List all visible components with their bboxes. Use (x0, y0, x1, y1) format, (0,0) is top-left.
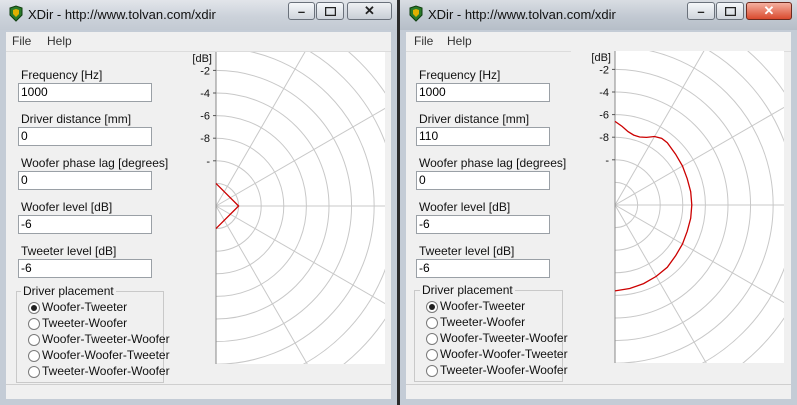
minimize-button[interactable]: – (288, 2, 315, 20)
driver-placement-title: Driver placement (21, 284, 116, 298)
window-frame: File Help Frequency [Hz] 1000 Driver dis… (400, 30, 797, 405)
client-area: File Help Frequency [Hz] 1000 Driver dis… (406, 32, 791, 399)
woofer-level-label: Woofer level [dB] (419, 200, 511, 214)
driver-distance-label: Driver distance [mm] (419, 112, 530, 126)
window-title: XDir - http://www.tolvan.com/xdir (428, 7, 616, 22)
radio-label: Woofer-Tweeter (440, 299, 526, 313)
tick-label: 0 (603, 51, 609, 54)
tick-label: -6 (599, 110, 609, 122)
tick-label: -2 (599, 64, 609, 76)
minimize-icon: – (697, 3, 705, 19)
frequency-input[interactable]: 1000 (18, 83, 152, 102)
maximize-button[interactable] (316, 2, 344, 20)
radio-dot (28, 366, 40, 378)
woofer-phase-input[interactable]: 0 (18, 171, 152, 190)
tick-label: -2 (200, 65, 210, 77)
tick-label: -4 (200, 88, 210, 100)
tick-label: 0 (204, 52, 210, 55)
tweeter-level-label: Tweeter level [dB] (419, 244, 515, 258)
woofer-level-input[interactable]: -6 (18, 215, 152, 234)
close-button[interactable]: ✕ (347, 2, 392, 20)
menu-bar: File Help (6, 32, 391, 52)
tick-label: - (206, 156, 210, 168)
radio-label: Woofer-Tweeter-Woofer (440, 331, 568, 345)
close-button[interactable]: ✕ (746, 2, 792, 20)
xdir-app-icon (9, 5, 23, 22)
polar-response-plot: [dB]20-2-4-6-8- (571, 51, 784, 363)
radio-dot (426, 333, 438, 345)
xdir-app-icon (409, 5, 423, 22)
maximize-icon (317, 3, 343, 19)
woofer-level-label: Woofer level [dB] (21, 200, 113, 214)
tick-label: -8 (200, 133, 210, 145)
driver-distance-input[interactable]: 110 (416, 127, 550, 146)
tweeter-level-input[interactable]: -6 (18, 259, 152, 278)
tick-label: - (605, 155, 609, 167)
menu-bar: File Help (406, 32, 791, 52)
radio-label: Woofer-Woofer-Tweeter (42, 348, 170, 362)
maximize-button[interactable] (716, 2, 744, 20)
radio-label: Woofer-Tweeter-Woofer (42, 332, 170, 346)
radio-label: Woofer-Tweeter (42, 300, 128, 314)
tick-label: -6 (200, 111, 210, 123)
radio-dot (28, 302, 40, 314)
tick-label: -8 (599, 132, 609, 144)
menu-help[interactable]: Help (47, 34, 72, 48)
frequency-input[interactable]: 1000 (416, 83, 550, 102)
frequency-label: Frequency [Hz] (419, 68, 501, 82)
window-frame: File Help Frequency [Hz] 1000 Driver dis… (0, 30, 397, 405)
status-bar (6, 384, 391, 399)
menu-file[interactable]: File (12, 34, 31, 48)
woofer-phase-input[interactable]: 0 (416, 171, 550, 190)
radio-label: Woofer-Woofer-Tweeter (440, 347, 568, 361)
driver-distance-input[interactable]: 0 (18, 127, 152, 146)
radio-dot (426, 349, 438, 361)
window-title: XDir - http://www.tolvan.com/xdir (28, 7, 216, 22)
menu-file[interactable]: File (414, 34, 433, 48)
maximize-icon (717, 3, 743, 19)
title-bar[interactable]: XDir - http://www.tolvan.com/xdir – ✕ (0, 0, 397, 30)
radio-dot (426, 301, 438, 313)
xdir-window-left: XDir - http://www.tolvan.com/xdir – ✕ Fi… (0, 0, 397, 405)
woofer-phase-label: Woofer phase lag [degrees] (419, 156, 567, 170)
title-bar[interactable]: XDir - http://www.tolvan.com/xdir – ✕ (400, 0, 797, 30)
minimize-icon: – (297, 3, 306, 19)
tweeter-level-input[interactable]: -6 (416, 259, 550, 278)
close-icon: ✕ (763, 3, 775, 18)
radio-label: Tweeter-Woofer-Woofer (42, 364, 170, 378)
driver-distance-label: Driver distance [mm] (21, 112, 132, 126)
close-icon: ✕ (364, 3, 375, 18)
frequency-label: Frequency [Hz] (21, 68, 103, 82)
woofer-level-input[interactable]: -6 (416, 215, 550, 234)
status-bar (406, 384, 791, 399)
minimize-button[interactable]: – (687, 2, 715, 20)
radio-dot (426, 317, 438, 329)
radio-dot (28, 334, 40, 346)
polar-response-plot: [dB]20-2-4-6-8- (172, 52, 385, 364)
radio-label: Tweeter-Woofer (42, 316, 128, 330)
woofer-phase-label: Woofer phase lag [degrees] (21, 156, 169, 170)
radio-dot (28, 350, 40, 362)
tweeter-level-label: Tweeter level [dB] (21, 244, 117, 258)
menu-help[interactable]: Help (447, 34, 472, 48)
radio-dot (28, 318, 40, 330)
client-area: File Help Frequency [Hz] 1000 Driver dis… (6, 32, 391, 399)
radio-dot (426, 365, 438, 377)
tick-label: -4 (599, 87, 609, 99)
driver-placement-title: Driver placement (420, 283, 515, 297)
radio-label: Tweeter-Woofer (440, 315, 526, 329)
xdir-window-right: XDir - http://www.tolvan.com/xdir – ✕ Fi… (400, 0, 797, 405)
radio-label: Tweeter-Woofer-Woofer (440, 363, 568, 377)
